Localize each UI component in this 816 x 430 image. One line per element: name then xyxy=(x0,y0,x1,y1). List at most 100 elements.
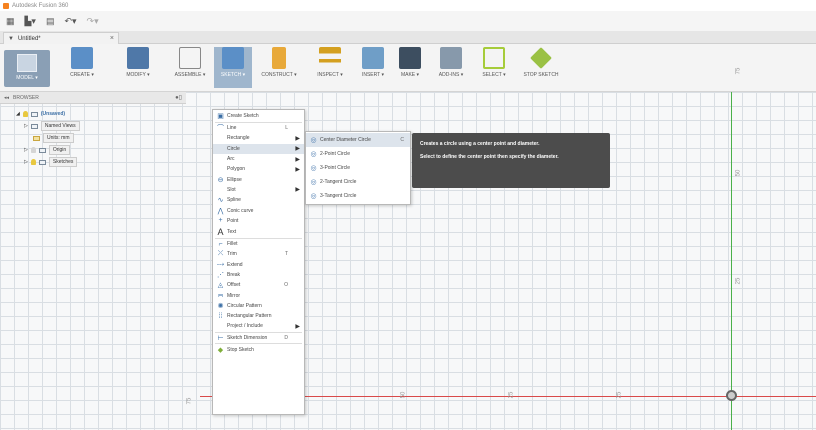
menu-slot[interactable]: Slot ▶ xyxy=(213,185,304,195)
insert-label: INSERT xyxy=(361,72,381,78)
redo-icon[interactable]: ↷▾ xyxy=(87,16,99,27)
undo-icon[interactable]: ↶▾ xyxy=(64,16,76,27)
addins-menu[interactable]: ADD-INS ▾ xyxy=(433,47,469,78)
pin-icon[interactable]: ●▯ xyxy=(175,94,182,101)
expand-icon[interactable]: ▷ xyxy=(24,159,28,165)
assemble-menu[interactable]: ASSEMBLE ▾ xyxy=(170,47,210,78)
menu-label: Point xyxy=(227,217,239,224)
axis-tick: 50 xyxy=(735,169,742,177)
menu-polygon[interactable]: Polygon ▶ xyxy=(213,164,304,174)
browser-panel: ◂◂ BROWSER ●▯ ◢ (Unsaved) ▷ Named Views … xyxy=(0,92,186,178)
sketch-menu[interactable]: SKETCH ▾ xyxy=(214,47,252,88)
menu-arc[interactable]: Arc ▶ xyxy=(213,154,304,164)
select-menu[interactable]: SELECT ▾ xyxy=(476,47,512,78)
menu-project-include[interactable]: Project / Include ▶ xyxy=(213,321,304,331)
menu-extend[interactable]: ⤏ Extend xyxy=(213,260,304,270)
submenu-arrow-icon: ▶ xyxy=(295,187,300,194)
tree-sketches[interactable]: ▷ Sketches xyxy=(16,156,186,168)
save-icon[interactable]: ▤ xyxy=(46,16,55,27)
visibility-bulb-icon[interactable] xyxy=(30,147,36,153)
submenu-2-tangent-circle[interactable]: ◎ 2-Tangent Circle xyxy=(306,175,410,189)
sketch-icon xyxy=(222,47,244,69)
extend-icon: ⤏ xyxy=(216,260,225,268)
menu-rectangular-pattern[interactable]: ⁞⁞ Rectangular Pattern xyxy=(213,311,304,321)
tree-origin[interactable]: ▷ Origin xyxy=(16,144,186,156)
menu-ellipse[interactable]: ⊖ Ellipse xyxy=(213,174,304,184)
tooltip-description: Creates a circle using a center point an… xyxy=(420,141,540,147)
expand-icon[interactable]: ◢ xyxy=(16,111,20,117)
menu-line[interactable]: ⌒ Line L xyxy=(213,123,304,133)
plane-icon xyxy=(272,47,286,69)
rectangular-pattern-icon: ⁞⁞ xyxy=(218,312,223,320)
menu-text[interactable]: A Text xyxy=(213,226,304,238)
folder-icon xyxy=(38,147,46,153)
menu-label: 2-Tangent Circle xyxy=(320,179,357,185)
file-menu-icon[interactable]: ▙▾ xyxy=(25,16,36,27)
menu-label: Mirror xyxy=(227,292,241,299)
tab-untitled[interactable]: ▼ Untitled* × xyxy=(3,32,119,44)
tree-units[interactable]: Units: mm xyxy=(16,132,186,144)
tool-tooltip: Creates a circle using a center point an… xyxy=(412,133,610,188)
menu-label: Spline xyxy=(227,197,241,204)
modify-menu[interactable]: MODIFY ▾ xyxy=(121,47,155,78)
tree-named-views[interactable]: ▷ Named Views xyxy=(16,120,186,132)
submenu-2-point-circle[interactable]: ◎ 2-Point Circle xyxy=(306,147,410,161)
menu-mirror[interactable]: ⧦ Mirror xyxy=(213,290,304,300)
submenu-3-point-circle[interactable]: ◎ 3-Point Circle xyxy=(306,161,410,175)
menu-label: Break xyxy=(227,272,241,278)
visibility-bulb-icon[interactable] xyxy=(22,111,28,117)
menu-create-sketch[interactable]: ▣ Create Sketch xyxy=(213,110,304,122)
menu-stop-sketch[interactable]: ◆ Stop Sketch xyxy=(213,344,304,356)
menu-point[interactable]: + Point xyxy=(213,216,304,226)
submenu-arrow-icon: ▶ xyxy=(295,135,300,142)
collapse-icon[interactable]: ◂◂ xyxy=(4,95,9,101)
mirror-icon: ⧦ xyxy=(218,291,223,299)
line-icon: ⌒ xyxy=(217,125,224,133)
visibility-bulb-icon[interactable] xyxy=(30,159,36,165)
stop-sketch-button[interactable]: STOP SKETCH xyxy=(516,47,566,78)
addins-label: ADD-INS xyxy=(438,72,460,78)
data-panel-icon[interactable]: ▦ xyxy=(6,16,15,27)
menu-label: Create Sketch xyxy=(227,113,259,119)
menu-rectangle[interactable]: Rectangle ▶ xyxy=(213,133,304,143)
circular-pattern-icon: ✺ xyxy=(217,302,224,310)
menu-trim[interactable]: ⤫ Trim T xyxy=(213,249,304,259)
menu-label: Rectangular Pattern xyxy=(227,313,272,320)
origin-point-icon[interactable] xyxy=(726,390,737,401)
expand-icon[interactable]: ▷ xyxy=(24,123,28,129)
menu-label: Conic curve xyxy=(227,207,254,214)
menu-conic-curve[interactable]: ⋀ Conic curve xyxy=(213,205,304,215)
menu-sketch-dimension[interactable]: ⊢ Sketch Dimension D xyxy=(213,333,304,343)
modify-label: MODIFY xyxy=(126,72,146,78)
insert-menu[interactable]: INSERT ▾ xyxy=(357,47,389,78)
named-views-label: Named Views xyxy=(40,121,80,131)
menu-circular-pattern[interactable]: ✺ Circular Pattern xyxy=(213,301,304,311)
submenu-center-diameter-circle[interactable]: ◎ Center Diameter Circle C xyxy=(306,133,410,147)
menu-label: Rectangle xyxy=(227,135,250,142)
menu-spline[interactable]: ∿ Spline xyxy=(213,195,304,205)
submenu-3-tangent-circle[interactable]: ◎ 3-Tangent Circle xyxy=(306,189,410,203)
menu-offset[interactable]: ◬ Offset O xyxy=(213,280,304,290)
component-icon xyxy=(30,111,38,117)
make-menu[interactable]: MAKE ▾ xyxy=(396,47,424,78)
expand-icon[interactable]: ▷ xyxy=(24,147,28,153)
menu-fillet[interactable]: ⌐ Fillet xyxy=(213,239,304,249)
menu-label: 2-Point Circle xyxy=(320,151,351,157)
construct-menu[interactable]: CONSTRUCT ▾ xyxy=(258,47,300,78)
axis-tick: 25 xyxy=(735,277,742,285)
document-icon: ▼ xyxy=(8,35,14,42)
submenu-arrow-icon: ▶ xyxy=(295,166,300,173)
close-tab-icon[interactable]: × xyxy=(110,35,114,42)
image-icon xyxy=(362,47,384,69)
stop-sketch-icon: ◆ xyxy=(217,346,224,354)
menu-circle[interactable]: Circle ▶ xyxy=(213,143,304,154)
workspace-switcher[interactable]: MODEL ▾ xyxy=(4,50,50,87)
inspect-menu[interactable]: INSPECT ▾ xyxy=(314,47,346,78)
two-point-circle-icon: ◎ xyxy=(310,151,317,158)
modify-icon xyxy=(127,47,149,69)
menu-break[interactable]: ⋰ Break xyxy=(213,270,304,280)
sketch-dropdown-menu: ▣ Create Sketch ⌒ Line L Rectangle ▶ Circle ▶… xyxy=(212,109,305,415)
shortcut-label: C xyxy=(400,137,404,143)
tree-root[interactable]: ◢ (Unsaved) xyxy=(16,108,186,120)
create-menu[interactable]: CREATE ▾ xyxy=(66,47,98,78)
